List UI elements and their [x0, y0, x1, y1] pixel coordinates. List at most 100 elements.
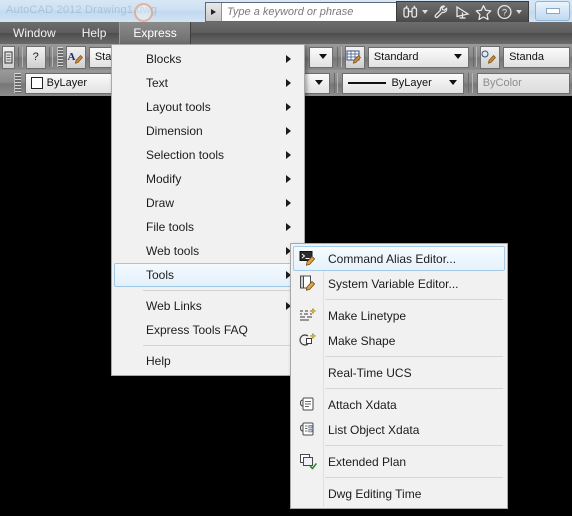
submenu-label: List Object Xdata	[328, 422, 420, 437]
submenu-item-dwg-editing-time[interactable]: Dwg Editing Time	[293, 481, 505, 506]
submenu-separator	[325, 388, 503, 389]
autocad-logo-icon	[134, 3, 153, 22]
chevron-down-icon[interactable]	[312, 75, 327, 90]
autocad-window: AutoCAD 2012 Drawing1.dwg Type a keyword…	[0, 0, 572, 516]
menu-label: Draw	[146, 196, 175, 210]
help-toolbar-button[interactable]: ?	[25, 45, 46, 69]
submenu-label: Command Alias Editor...	[328, 251, 457, 266]
tools-submenu: Command Alias Editor... System Variable …	[290, 243, 508, 509]
menu-label: Layout tools	[146, 100, 211, 114]
toolbar-separator	[467, 73, 473, 93]
linetype-swatch-icon	[348, 82, 387, 84]
toolbar-separator	[337, 47, 342, 67]
toolbar-grip[interactable]	[14, 73, 21, 93]
menu-label: Web tools	[146, 244, 200, 258]
search-input[interactable]: Type a keyword or phrase	[222, 3, 409, 21]
svg-text:A: A	[67, 51, 75, 63]
menu-label: Dimension	[146, 124, 203, 138]
color-combo[interactable]: ByLayer	[24, 72, 115, 94]
submenu-label: Real-Time UCS	[328, 365, 412, 380]
menu-label: Blocks	[146, 52, 182, 66]
table-style-combo[interactable]: Standard	[367, 46, 469, 68]
menu-item-dimension[interactable]: Dimension	[114, 119, 302, 143]
menu-item-layout-tools[interactable]: Layout tools	[114, 95, 302, 119]
menu-item-blocks[interactable]: Blocks	[114, 47, 302, 71]
menu-label: Express Tools FAQ	[146, 323, 248, 337]
list-object-xdata-icon	[294, 419, 323, 440]
toolbar-separator	[333, 73, 339, 93]
submenu-arrow-icon	[286, 79, 291, 87]
minimize-button[interactable]	[535, 1, 570, 21]
text-style-icon[interactable]: A	[65, 45, 86, 69]
menu-item-express[interactable]: Express	[119, 22, 191, 44]
satellite-dish-icon[interactable]	[453, 3, 472, 21]
color-value: ByLayer	[46, 77, 87, 89]
submenu-separator	[325, 299, 503, 300]
menu-item-help[interactable]: Help	[69, 22, 120, 44]
chevron-down-icon[interactable]	[315, 49, 330, 64]
menu-item-window[interactable]: Window	[0, 22, 69, 44]
submenu-item-attach-xdata[interactable]: Attach Xdata	[293, 392, 505, 417]
menu-item-express-tools-faq[interactable]: Express Tools FAQ	[114, 318, 302, 342]
menu-label: Help	[146, 354, 171, 368]
submenu-arrow-icon	[286, 55, 291, 63]
help-question-icon[interactable]: ?	[495, 3, 514, 21]
submenu-item-make-linetype[interactable]: Make Linetype	[293, 303, 505, 328]
toolbar-separator	[18, 47, 23, 67]
color-swatch-icon	[30, 77, 43, 89]
favorites-star-icon[interactable]	[474, 3, 493, 21]
wrench-icon[interactable]	[432, 3, 451, 21]
submenu-item-real-time-ucs[interactable]: Real-Time UCS	[293, 360, 505, 385]
lineweight-combo[interactable]: ByColor	[476, 72, 571, 94]
submenu-item-extended-plan[interactable]: Extended Plan	[293, 449, 505, 474]
infocenter-search[interactable]: Type a keyword or phrase	[205, 2, 410, 22]
menu-label: Text	[146, 76, 169, 90]
linetype-value: ByLayer	[391, 77, 432, 89]
menu-item-file-tools[interactable]: File tools	[114, 215, 302, 239]
submenu-separator	[325, 445, 503, 446]
menu-item-tools[interactable]: Tools	[114, 263, 302, 287]
table-style-icon[interactable]	[344, 45, 365, 69]
menu-item-modify[interactable]: Modify	[114, 167, 302, 191]
submenu-label: Attach Xdata	[328, 397, 397, 412]
submenu-arrow-icon	[286, 199, 291, 207]
make-linetype-icon	[294, 305, 323, 326]
submenu-arrow-icon	[286, 151, 291, 159]
menu-label: File tools	[146, 220, 195, 234]
properties-button[interactable]	[2, 45, 16, 69]
menu-item-selection-tools[interactable]: Selection tools	[114, 143, 302, 167]
submenu-item-list-object-xdata[interactable]: List Object Xdata	[293, 417, 505, 442]
submenu-item-command-alias-editor[interactable]: Command Alias Editor...	[293, 246, 505, 271]
menu-item-web-tools[interactable]: Web tools	[114, 239, 302, 263]
menu-item-web-links[interactable]: Web Links	[114, 294, 302, 318]
multileader-style-icon[interactable]	[480, 45, 501, 69]
submenu-arrow-icon	[286, 223, 291, 231]
triangle-right-icon[interactable]	[206, 3, 222, 21]
menu-item-help[interactable]: Help	[114, 349, 302, 373]
chevron-down-icon[interactable]	[451, 49, 466, 64]
toolbar-grip[interactable]	[56, 47, 63, 67]
submenu-label: Extended Plan	[328, 454, 407, 469]
search-binoculars-icon[interactable]	[401, 3, 420, 21]
menu-label: Tools	[146, 268, 175, 282]
occluded-combo-dropdown-2[interactable]	[302, 72, 330, 94]
no-icon	[294, 483, 323, 504]
multileader-style-combo[interactable]: Standa	[503, 46, 570, 68]
make-shape-icon	[294, 330, 323, 351]
multileader-style-value: Standa	[509, 51, 544, 63]
submenu-label: System Variable Editor...	[328, 276, 459, 291]
table-style-value: Standard	[373, 51, 419, 63]
toolbar-separator	[472, 47, 478, 67]
help-dropdown-caret-icon[interactable]	[516, 10, 522, 14]
submenu-item-system-variable-editor[interactable]: System Variable Editor...	[293, 271, 505, 296]
chevron-down-icon[interactable]	[446, 75, 461, 90]
occluded-combo-dropdown[interactable]	[308, 46, 334, 68]
menu-item-text[interactable]: Text	[114, 71, 302, 95]
submenu-label: Make Shape	[328, 333, 396, 348]
search-dropdown-caret-icon[interactable]	[422, 10, 428, 14]
menu-item-draw[interactable]: Draw	[114, 191, 302, 215]
infocenter-toolbar: ?	[396, 1, 529, 22]
submenu-item-make-shape[interactable]: Make Shape	[293, 328, 505, 353]
text-style-value: Sta	[94, 51, 112, 63]
linetype-combo[interactable]: ByLayer	[342, 72, 464, 94]
